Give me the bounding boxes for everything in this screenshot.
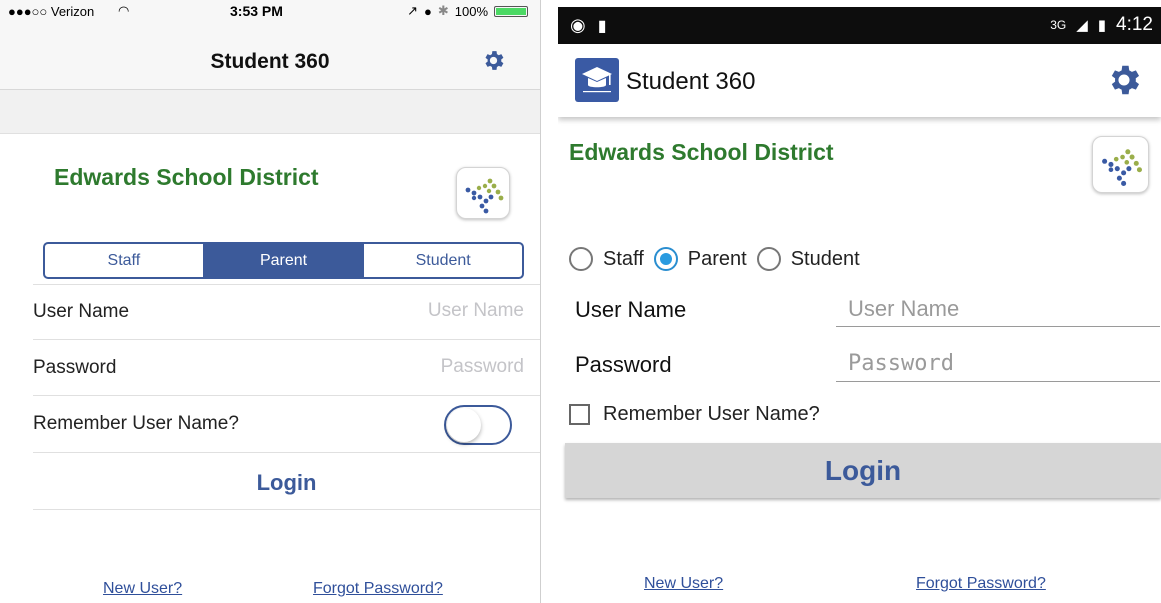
ios-login-screen: ●●●○○ Verizon ◠ 3:53 PM ↗ ● ✱ 100% Stude… — [0, 0, 541, 603]
role-staff[interactable]: Staff — [569, 247, 644, 271]
radio-staff[interactable] — [569, 247, 593, 271]
username-label: User Name — [33, 301, 130, 322]
status-right: ↗ ● ✱ 100% — [407, 3, 528, 19]
district-logo-icon — [456, 167, 510, 219]
remember-label: Remember User Name? — [33, 413, 239, 434]
battery-icon: ▮ — [1097, 17, 1107, 34]
role-parent[interactable]: Parent — [202, 244, 363, 277]
divider — [33, 395, 540, 396]
status-right: 3G ◢ ▮ 4:12 — [1050, 14, 1153, 36]
android-login-screen: ◉ ▮ 3G ◢ ▮ 4:12 Student 360 Edwards Scho… — [558, 7, 1161, 603]
status-time: 4:12 — [1116, 14, 1153, 35]
divider — [33, 339, 540, 340]
gear-icon[interactable] — [1105, 61, 1143, 99]
password-label: Password — [575, 352, 672, 377]
carrier-label: ●●●○○ Verizon — [8, 4, 95, 19]
nav-title: Student 360 — [210, 50, 330, 73]
signal-icon: ◢ — [1076, 17, 1088, 34]
radio-student[interactable] — [756, 247, 781, 271]
radio-parent[interactable] — [653, 247, 678, 271]
remember-label: Remember User Name? — [603, 403, 820, 425]
alarm-icon: ● — [423, 3, 432, 19]
forgot-password-link[interactable]: Forgot Password? — [916, 575, 1046, 593]
password-input[interactable] — [274, 352, 524, 382]
app-title: Student 360 — [626, 68, 756, 95]
app-icon — [575, 58, 619, 102]
sd-card-icon: ▮ — [597, 17, 607, 35]
role-staff[interactable]: Staff — [45, 244, 203, 277]
district-name: Edwards School District — [54, 164, 319, 190]
role-parent[interactable]: Parent — [653, 247, 747, 271]
role-parent-label: Parent — [687, 247, 747, 270]
role-student-label: Student — [790, 247, 860, 270]
role-staff-label: Staff — [603, 247, 644, 270]
divider — [33, 284, 540, 285]
notification-icon: ◉ — [570, 15, 586, 35]
android-app-bar: Student 360 — [558, 44, 1161, 117]
district-name: Edwards School District — [569, 139, 834, 165]
android-status-bar: ◉ ▮ 3G ◢ ▮ 4:12 — [558, 7, 1161, 44]
battery-percent: 100% — [454, 3, 488, 19]
header-spacer — [0, 90, 540, 134]
remember-toggle[interactable] — [444, 405, 512, 445]
forgot-password-link[interactable]: Forgot Password? — [313, 580, 443, 598]
bluetooth-icon: ✱ — [437, 3, 449, 18]
login-button[interactable]: Login — [565, 443, 1161, 498]
username-label: User Name — [575, 297, 687, 322]
location-icon: ↗ — [407, 3, 418, 18]
wifi-icon: ◠ — [118, 3, 130, 18]
remember-checkbox[interactable] — [569, 404, 590, 425]
password-label: Password — [33, 357, 117, 378]
divider — [33, 452, 540, 453]
toggle-knob — [447, 408, 481, 442]
ios-nav-bar: Student 360 — [0, 22, 540, 90]
battery-icon — [494, 5, 528, 17]
role-radio-group: Staff Parent Student — [569, 247, 870, 271]
login-button[interactable]: Login — [33, 461, 540, 505]
role-student[interactable]: Student — [362, 244, 522, 277]
divider — [33, 509, 540, 510]
gear-icon[interactable] — [481, 48, 506, 73]
username-input[interactable] — [836, 291, 1160, 327]
new-user-link[interactable]: New User? — [103, 580, 182, 598]
status-left: ◉ ▮ — [570, 15, 607, 36]
username-input[interactable] — [274, 296, 524, 326]
role-segmented-control: Staff Parent Student — [43, 242, 524, 279]
status-time: 3:53 PM — [230, 3, 283, 19]
password-input[interactable] — [836, 346, 1160, 382]
district-logo-icon — [1092, 136, 1149, 193]
new-user-link[interactable]: New User? — [644, 575, 723, 593]
ios-status-bar: ●●●○○ Verizon ◠ 3:53 PM ↗ ● ✱ 100% — [0, 0, 540, 22]
remember-row: Remember User Name? — [569, 403, 820, 426]
network-type: 3G — [1050, 18, 1067, 32]
role-student[interactable]: Student — [756, 247, 860, 271]
